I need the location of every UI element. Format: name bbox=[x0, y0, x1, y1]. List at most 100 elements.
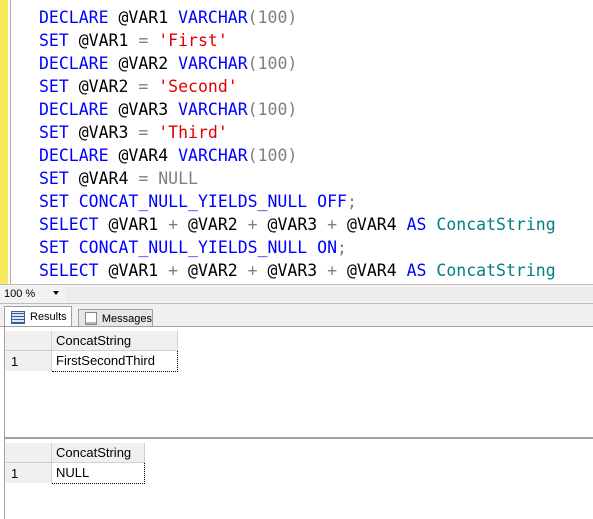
code-token: @VAR3 bbox=[118, 100, 179, 119]
results-tabs: Results Messages bbox=[0, 304, 593, 328]
code-line[interactable]: DECLARE @VAR4 VARCHAR(100) bbox=[39, 144, 556, 167]
code-token: ON bbox=[317, 238, 338, 257]
code-token: SET bbox=[39, 192, 79, 211]
code-token: = bbox=[138, 31, 159, 50]
code-token: SET bbox=[39, 123, 79, 142]
chevron-down-icon[interactable] bbox=[53, 291, 59, 295]
code-token: ; bbox=[337, 238, 347, 257]
code-token: SET bbox=[39, 169, 79, 188]
change-indicator-bar bbox=[0, 0, 8, 284]
zoom-dropdown[interactable]: 100 % bbox=[2, 286, 60, 301]
code-token: @VAR3 bbox=[267, 215, 328, 234]
code-line[interactable]: DECLARE @VAR2 VARCHAR(100) bbox=[39, 52, 556, 75]
code-token: @VAR2 bbox=[118, 54, 179, 73]
code-token: @VAR1 bbox=[118, 8, 179, 27]
code-token: + bbox=[247, 261, 268, 280]
code-token: @VAR2 bbox=[188, 215, 248, 234]
grid-corner[interactable] bbox=[5, 331, 52, 351]
messages-icon bbox=[85, 312, 97, 325]
code-token: DECLARE bbox=[39, 54, 119, 73]
code-line[interactable]: SET CONCAT_NULL_YIELDS_NULL ON; bbox=[39, 236, 556, 259]
code-line[interactable]: SET @VAR2 = 'Second' bbox=[39, 75, 556, 98]
code-token: DECLARE bbox=[39, 8, 119, 27]
tab-results-label: Results bbox=[30, 311, 67, 323]
code-token: SET bbox=[39, 31, 79, 50]
code-token: (100) bbox=[247, 100, 298, 119]
code-token: VARCHAR bbox=[178, 54, 248, 73]
row-number[interactable]: 1 bbox=[5, 350, 52, 371]
code-token: CONCAT_NULL_YIELDS_NULL bbox=[78, 238, 318, 257]
code-token: + bbox=[168, 261, 189, 280]
query-editor[interactable]: DECLARE @VAR1 VARCHAR(100) SET @VAR1 = 'F… bbox=[0, 0, 593, 284]
grid-icon bbox=[11, 310, 25, 324]
code-token: @VAR1 bbox=[108, 215, 169, 234]
code-token: @VAR4 bbox=[347, 215, 407, 234]
code-token: + bbox=[327, 215, 347, 234]
code-token: VARCHAR bbox=[178, 100, 248, 119]
result-grid-2[interactable]: ConcatString 1 NULL bbox=[4, 438, 593, 519]
code-token: SELECT bbox=[39, 215, 109, 234]
code-token: @VAR1 bbox=[78, 31, 139, 50]
code-token: @VAR3 bbox=[267, 261, 328, 280]
tab-messages[interactable]: Messages bbox=[78, 309, 153, 327]
code-token: = bbox=[138, 77, 159, 96]
code-token: + bbox=[168, 215, 189, 234]
code-token: CONCAT_NULL_YIELDS_NULL bbox=[78, 192, 318, 211]
code-token: VARCHAR bbox=[178, 146, 248, 165]
table-row[interactable]: 1 NULL bbox=[5, 462, 145, 484]
horizontal-scrollbar[interactable] bbox=[66, 287, 593, 301]
code-token: @VAR4 bbox=[118, 146, 179, 165]
code-token: SET bbox=[39, 77, 79, 96]
code-line[interactable]: DECLARE @VAR3 VARCHAR(100) bbox=[39, 98, 556, 121]
code-token: 'Third' bbox=[158, 123, 228, 142]
code-token: ; bbox=[346, 192, 357, 211]
grid-corner[interactable] bbox=[5, 443, 52, 463]
zoom-bar: 100 % bbox=[0, 284, 593, 304]
code-token: (100) bbox=[247, 146, 298, 165]
code-token: @VAR3 bbox=[78, 123, 139, 142]
code-token: AS bbox=[406, 215, 437, 234]
code-line[interactable]: SET CONCAT_NULL_YIELDS_NULL OFF; bbox=[39, 190, 556, 213]
code-token: + bbox=[247, 215, 268, 234]
code-token: (100) bbox=[247, 8, 298, 27]
code-token: ConcatString bbox=[436, 261, 556, 280]
code-token: (100) bbox=[247, 54, 298, 73]
code-token: NULL bbox=[158, 169, 198, 188]
code-line[interactable]: SET @VAR4 = NULL bbox=[39, 167, 556, 190]
sql-code[interactable]: DECLARE @VAR1 VARCHAR(100) SET @VAR1 = 'F… bbox=[39, 6, 556, 282]
code-token: @VAR4 bbox=[78, 169, 139, 188]
code-token: SELECT bbox=[39, 261, 109, 280]
code-line[interactable]: SELECT @VAR1 + @VAR2 + @VAR3 + @VAR4 AS … bbox=[39, 213, 556, 236]
row-number[interactable]: 1 bbox=[5, 462, 52, 483]
code-token: VARCHAR bbox=[178, 8, 248, 27]
result-grid-1[interactable]: ConcatString 1 FirstSecondThird bbox=[4, 326, 593, 438]
code-token: 'First' bbox=[158, 31, 228, 50]
code-token: OFF bbox=[317, 192, 347, 211]
column-header[interactable]: ConcatString bbox=[51, 331, 178, 351]
code-token: + bbox=[327, 261, 347, 280]
code-token: DECLARE bbox=[39, 146, 119, 165]
result-table-1: ConcatString 1 FirstSecondThird bbox=[5, 331, 178, 372]
column-header[interactable]: ConcatString bbox=[51, 443, 145, 463]
code-line[interactable]: SET @VAR3 = 'Third' bbox=[39, 121, 556, 144]
code-token: @VAR4 bbox=[347, 261, 407, 280]
code-token: SET bbox=[39, 238, 79, 257]
zoom-level: 100 % bbox=[4, 287, 36, 300]
result-cell[interactable]: NULL bbox=[51, 462, 145, 484]
table-row[interactable]: 1 FirstSecondThird bbox=[5, 350, 178, 372]
code-token: AS bbox=[406, 261, 437, 280]
code-token: DECLARE bbox=[39, 100, 119, 119]
code-line[interactable]: DECLARE @VAR1 VARCHAR(100) bbox=[39, 6, 556, 29]
tab-results[interactable]: Results bbox=[4, 306, 72, 328]
code-token: 'Second' bbox=[158, 77, 238, 96]
code-token: @VAR2 bbox=[188, 261, 248, 280]
code-line[interactable]: SET @VAR1 = 'First' bbox=[39, 29, 556, 52]
code-token: = bbox=[138, 123, 159, 142]
code-token: @VAR1 bbox=[108, 261, 169, 280]
result-table-2: ConcatString 1 NULL bbox=[5, 443, 145, 484]
result-cell[interactable]: FirstSecondThird bbox=[51, 350, 178, 372]
code-line[interactable]: SELECT @VAR1 + @VAR2 + @VAR3 + @VAR4 AS … bbox=[39, 259, 556, 282]
code-token: @VAR2 bbox=[78, 77, 139, 96]
code-token: = bbox=[138, 169, 159, 188]
code-token: ConcatString bbox=[436, 215, 556, 234]
